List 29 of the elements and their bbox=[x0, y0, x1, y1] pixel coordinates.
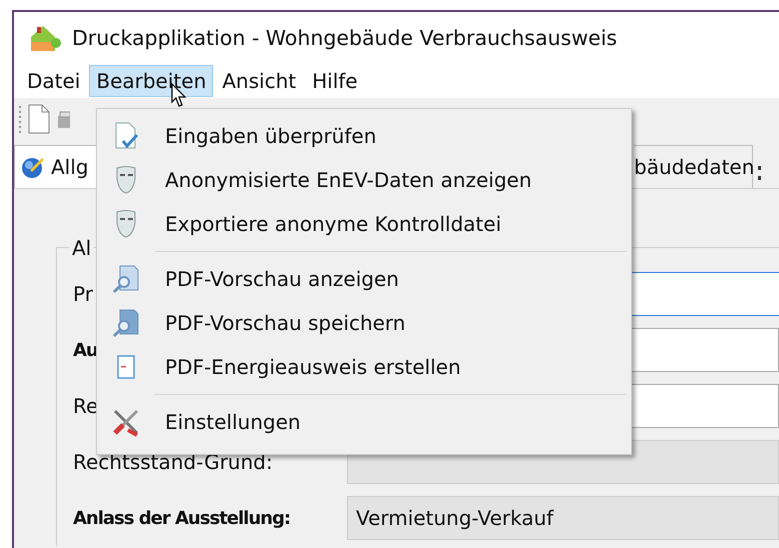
document-magnifier-icon bbox=[112, 264, 140, 294]
field-label: Rechtsstand-Grund: bbox=[73, 450, 273, 474]
menu-bar-item[interactable]: Hilfe bbox=[305, 65, 365, 97]
globe-pencil-icon bbox=[21, 155, 45, 179]
mask-icon bbox=[114, 209, 138, 239]
mask-icon bbox=[114, 165, 138, 195]
menu-item[interactable]: PDF-Energieausweis erstellen bbox=[97, 345, 631, 389]
menu-item[interactable]: Exportiere anonyme Kontrolldatei bbox=[97, 202, 631, 246]
document-magnifier-icon bbox=[112, 308, 140, 338]
menu-item[interactable]: PDF-Vorschau speichern bbox=[97, 301, 631, 345]
menu-bar-item[interactable]: Datei bbox=[20, 65, 88, 97]
tab[interactable]: Allg bbox=[14, 145, 98, 188]
house-icon bbox=[28, 23, 62, 53]
menu-item[interactable]: PDF-Vorschau anzeigen bbox=[97, 257, 631, 301]
menu-bar-item[interactable]: Bearbeiten bbox=[89, 65, 214, 97]
field-label: Re bbox=[73, 394, 98, 418]
new-document-icon[interactable] bbox=[28, 104, 50, 134]
menu-bar-item[interactable]: Ansicht bbox=[215, 65, 304, 97]
tab[interactable]: bäudedaten bbox=[634, 145, 753, 188]
menu-item[interactable]: Einstellungen bbox=[97, 400, 631, 444]
field-label: Anlass der Ausstellung: bbox=[73, 508, 290, 528]
menu-item[interactable]: Anonymisierte EnEV-Daten anzeigen bbox=[97, 158, 631, 202]
menu-item[interactable]: Eingaben überprüfen bbox=[97, 114, 631, 158]
toolbar-grip-icon bbox=[18, 104, 22, 134]
document-check-icon bbox=[113, 121, 139, 151]
window-title: Druckapplikation - Wohngebäude Verbrauchsausweis bbox=[72, 26, 618, 50]
field-label: Pr bbox=[73, 282, 93, 306]
tools-icon bbox=[111, 407, 141, 437]
form-icon bbox=[116, 354, 136, 380]
